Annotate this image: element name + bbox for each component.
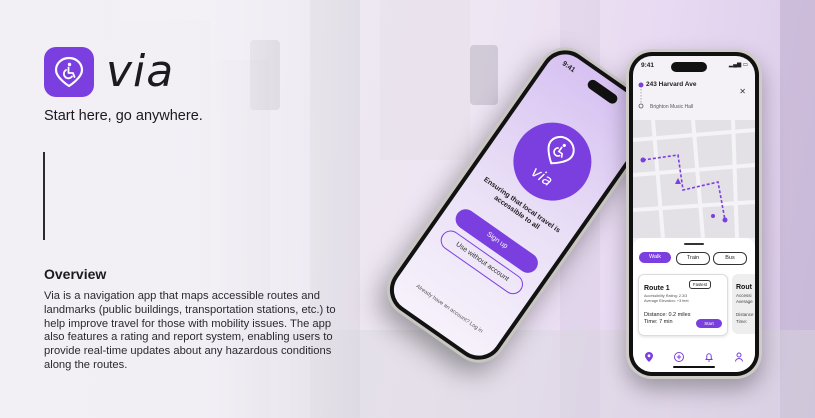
close-icon[interactable]: ✕ [739,87,746,96]
route-title: Route 1 [644,285,670,292]
route-time: Time: [736,319,748,324]
status-time: 9:41 [560,60,577,75]
average-elevation: Average Elevation: +3 feet [644,299,689,303]
route-map[interactable] [633,119,755,239]
dynamic-island [671,62,707,72]
route-screen: 9:41 ▂▄▆ ▭ 243 Harvard Ave Brighton Musi… [633,56,755,372]
mode-bus-tab[interactable]: Bus [713,252,747,265]
route-distance: Distance: 0.2 miles [644,312,691,318]
overview-title: Overview [44,266,107,282]
home-indicator [673,366,715,368]
origin-field[interactable]: Brighton Music Hall [650,104,693,110]
route-time: Time: 7 min [644,319,673,325]
route-title: Rout [736,284,752,291]
tagline: Start here, go anywhere. [44,108,203,124]
signal-battery-icon: ▂▄▆ ▭ [728,62,748,68]
route-options-sheet: Walk Train Bus Route 1 Fastest Accessibi… [633,238,755,372]
map-pin-icon[interactable] [643,350,655,362]
mode-walk-tab[interactable]: Walk [639,252,671,263]
bottom-nav [633,348,755,368]
start-button[interactable]: Start [696,319,722,328]
overview-body: Via is a navigation app that maps access… [44,290,336,371]
user-icon[interactable] [733,350,745,362]
fastest-badge: Fastest [689,280,711,289]
route-card[interactable]: Route 1 Fastest Accessibility Rating: 2.… [638,274,728,336]
bell-icon[interactable] [703,350,715,362]
brand-logo: via [44,47,174,97]
route-meta: Accessi [736,293,752,298]
destination-field[interactable]: 243 Harvard Ave [646,81,696,88]
divider [43,152,45,240]
wheelchair-location-pin-icon [44,47,94,97]
plus-circle-icon[interactable] [673,350,685,362]
route-stats: Distance: 0.2 miles Time: 7 min [644,312,690,326]
map-graphic [633,119,755,239]
route-line-icon [638,82,644,109]
route-distance: Distance [736,312,754,317]
route-meta: Average [736,299,753,304]
brand-name: via [106,46,175,97]
route-phone-mockup: 9:41 ▂▄▆ ▭ 243 Harvard Ave Brighton Musi… [626,49,762,379]
status-time: 9:41 [641,62,655,69]
route-meta: Accessibility Rating: 2.3/3 Average Elev… [644,294,689,304]
route-card-2[interactable]: Rout Accessi Average Distance Time: [732,274,755,334]
sheet-handle[interactable] [684,243,704,245]
mode-train-tab[interactable]: Train [676,252,710,265]
